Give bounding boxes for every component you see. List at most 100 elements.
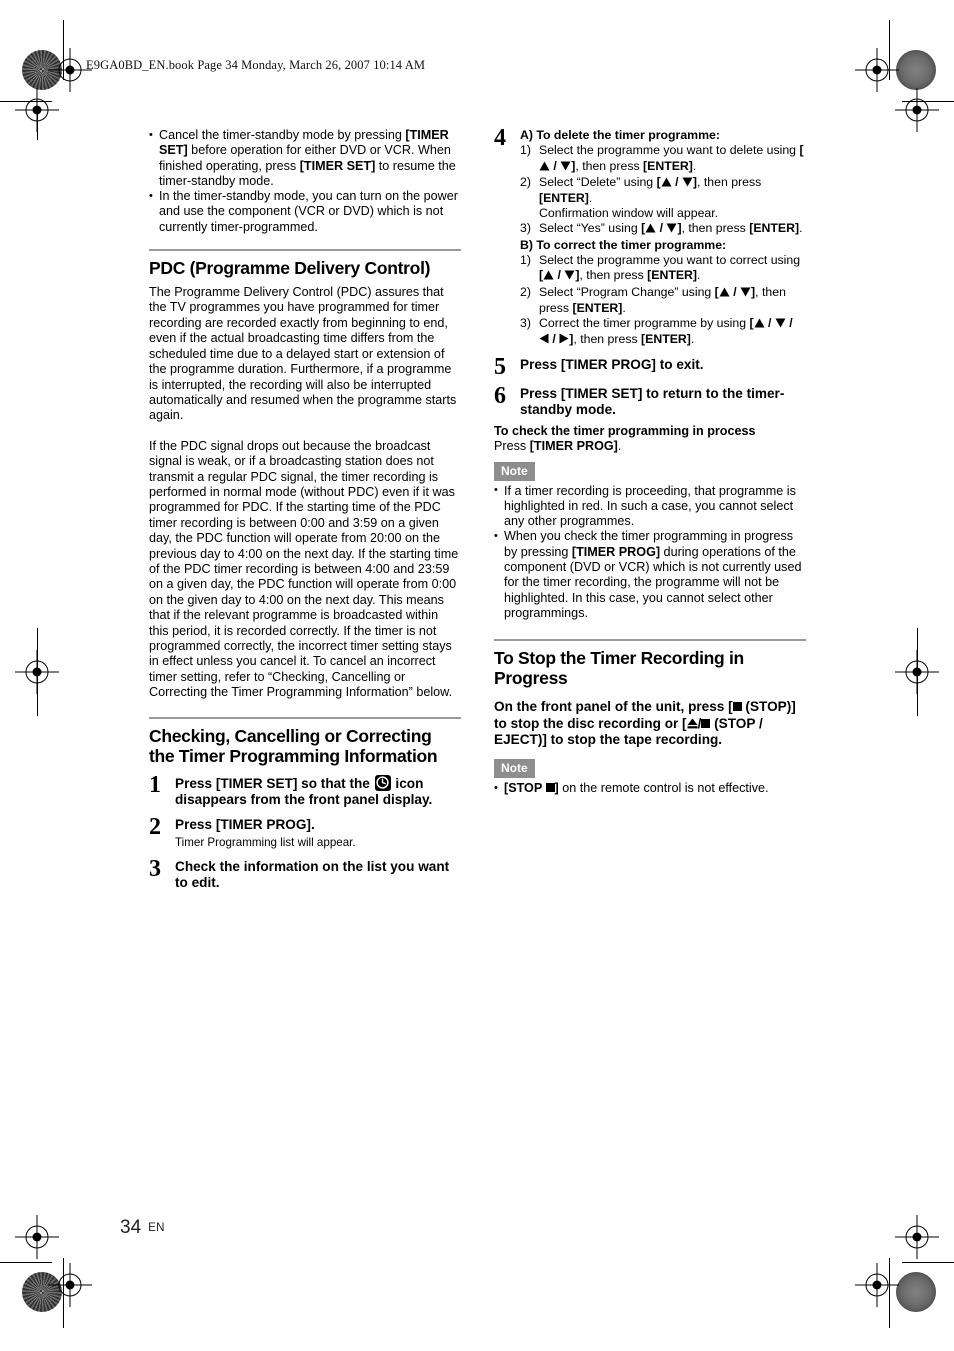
page-number-footer: 34 EN — [120, 1217, 165, 1239]
halftone-registration-dot-bottom-right — [896, 1272, 936, 1312]
check-process-title: To check the timer programming in proces… — [494, 423, 756, 438]
step-6-number: 6 — [494, 382, 506, 409]
step-4-sub-marker: 3) — [520, 220, 531, 235]
intro-bullet-item: Cancel the timer-standby mode by pressin… — [149, 127, 461, 189]
arrow-down-icon — [775, 317, 786, 332]
step-4-sub-marker: 2) — [520, 284, 531, 299]
arrow-down-icon — [560, 160, 571, 175]
book-file-header: E9GA0BD_EN.book Page 34 Monday, March 26… — [86, 58, 426, 72]
section-rule-pdc — [149, 249, 461, 252]
note-1-bullet-item: If a timer recording is proceeding, that… — [494, 483, 806, 530]
crop-line-right-middle-vertical — [917, 628, 918, 716]
arrow-down-icon — [666, 222, 677, 237]
step-5-text: Press [TIMER PROG] to exit. — [520, 356, 704, 372]
check-process-line: Press [TIMER PROG]. — [494, 439, 806, 454]
step-4-group-a-title: A) To delete the timer programme: — [520, 128, 720, 142]
step-4-number: 4 — [494, 125, 506, 151]
crosshair-mark-right-lower — [895, 1215, 939, 1259]
checking-step-number: 3 — [149, 855, 161, 882]
step-6-text: Press [TIMER SET] to return to the timer… — [520, 385, 785, 418]
crosshair-mark-left-lower — [15, 1215, 59, 1259]
check-process-button: [TIMER PROG] — [529, 439, 618, 454]
crop-line-left-edge-upper — [37, 110, 38, 140]
step-4-group-b-title: B) To correct the timer programme: — [520, 237, 727, 252]
checking-step: 1 Press [TIMER SET] so that the icon disa… — [149, 771, 461, 809]
note-1-bullet-list: If a timer recording is proceeding, that… — [494, 483, 806, 622]
checking-step-subtext: Timer Programming list will appear. — [175, 835, 356, 849]
intro-bullet-item: In the timer-standby mode, you can turn … — [149, 189, 461, 235]
section-rule-checking — [149, 716, 461, 719]
pdc-paragraph-2: If the PDC signal drops out because the … — [149, 438, 459, 700]
checking-step-number: 2 — [149, 814, 161, 841]
stop-section-heading: To Stop the Timer Recording in Progress — [494, 648, 744, 689]
arrow-up-icon — [543, 269, 554, 284]
step-4-sub-marker: 1) — [520, 253, 531, 268]
checking-step-text: Press [TIMER PROG]. — [175, 817, 315, 833]
arrow-right-icon — [559, 333, 569, 348]
note-badge-2: Note — [494, 759, 535, 779]
step-4-sub-item: 1) Select the programme you want to corre… — [520, 253, 806, 284]
note-badge-1: Note — [494, 461, 535, 481]
clock-icon — [374, 774, 391, 791]
arrow-left-icon — [539, 333, 549, 348]
step-4-group-b-items: 1) Select the programme you want to corre… — [520, 253, 806, 348]
checking-step: 3 Check the information on the list you w… — [149, 855, 461, 892]
checking-step: 2 Press [TIMER PROG]. Timer Programming li… — [149, 814, 461, 849]
left-column: Cancel the timer-standby mode by pressin… — [149, 127, 461, 892]
step-4-sub-item: 2) Select “Program Change” using [ / ], t… — [520, 284, 786, 315]
checking-heading: Checking, Cancelling or Correcting the T… — [149, 725, 438, 766]
crop-line-bottom-left-vertical — [63, 1258, 64, 1328]
arrow-up-icon — [539, 160, 550, 175]
crosshair-mark-right-upper — [895, 88, 939, 132]
pdc-paragraph-1: The Programme Delivery Control (PDC) ass… — [149, 285, 457, 423]
right-column: 4 A) To delete the timer programme: 1) Se… — [494, 125, 806, 797]
step-4-sub-item: 1) Select the programme you want to delet… — [520, 143, 806, 174]
crosshair-mark-bottom-left — [48, 1263, 92, 1307]
stop-square-icon — [545, 783, 555, 793]
crosshair-mark-bottom-right — [855, 1263, 899, 1307]
crop-line-top-left-vertical — [63, 20, 64, 80]
section-rule-stop — [494, 639, 806, 642]
checking-step-text: Check the information on the list you wa… — [175, 858, 450, 891]
step-6: 6 Press [TIMER SET] to return to the tim… — [494, 382, 806, 419]
pdc-heading: PDC (Programme Delivery Control) — [149, 258, 431, 279]
note-2-bullet-item: [STOP ] on the remote control is not eff… — [494, 781, 806, 797]
check-process-prefix: Press — [494, 439, 530, 454]
step-4-sub-marker: 2) — [520, 174, 531, 189]
stop-section-body: On the front panel of the unit, press [ … — [494, 699, 796, 748]
note-1-bullet-item: When you check the timer programming in … — [494, 529, 806, 621]
step-4-sub-item: 2) Select “Delete” using [ / ], then pres… — [520, 174, 762, 220]
eject-icon — [687, 717, 698, 729]
step-4-group-a-items: 1) Select the programme you want to delet… — [520, 143, 806, 237]
step-5: 5 Press [TIMER PROG] to exit. — [494, 353, 806, 380]
page-number: 34 — [120, 1217, 142, 1238]
step-4: 4 A) To delete the timer programme: 1) Se… — [494, 125, 806, 348]
arrow-up-icon — [719, 286, 730, 301]
step-4-sub-marker: 1) — [520, 143, 531, 158]
stop-square-icon — [732, 702, 742, 712]
checking-step-text: Press [TIMER SET] so that the icon disap… — [175, 774, 433, 808]
crop-line-bottom-right-vertical — [889, 1258, 890, 1328]
checking-steps-list: 1 Press [TIMER SET] so that the icon disa… — [149, 771, 461, 892]
check-process-suffix: . — [617, 439, 622, 454]
step-4-sub-item: 3) Correct the timer programme by using [… — [520, 316, 806, 348]
arrow-up-icon — [754, 317, 765, 332]
step-5-number: 5 — [494, 353, 506, 380]
note-2-bullet-list: [STOP ] on the remote control is not eff… — [494, 781, 806, 797]
step-4-sub-item: 3) Select “Yes” using [ / ], then press [… — [520, 221, 806, 237]
arrow-down-icon — [682, 176, 693, 191]
arrow-up-icon — [661, 176, 672, 191]
arrow-up-icon — [645, 222, 656, 237]
crosshair-mark-top-right — [855, 48, 899, 92]
crop-line-left-bottom-horizontal — [0, 1262, 52, 1263]
halftone-registration-dot-top-right — [896, 50, 936, 90]
crop-line-left-middle-vertical — [37, 628, 38, 716]
checking-step-number: 1 — [149, 771, 161, 798]
crop-line-right-bottom-horizontal — [902, 1262, 954, 1263]
intro-bullet-list: Cancel the timer-standby mode by pressin… — [149, 127, 461, 235]
language-code: EN — [148, 1222, 165, 1234]
arrow-down-icon — [740, 286, 751, 301]
crop-line-top-right-vertical — [889, 20, 890, 80]
arrow-down-icon — [564, 269, 575, 284]
step-4-sub-marker: 3) — [520, 315, 531, 330]
